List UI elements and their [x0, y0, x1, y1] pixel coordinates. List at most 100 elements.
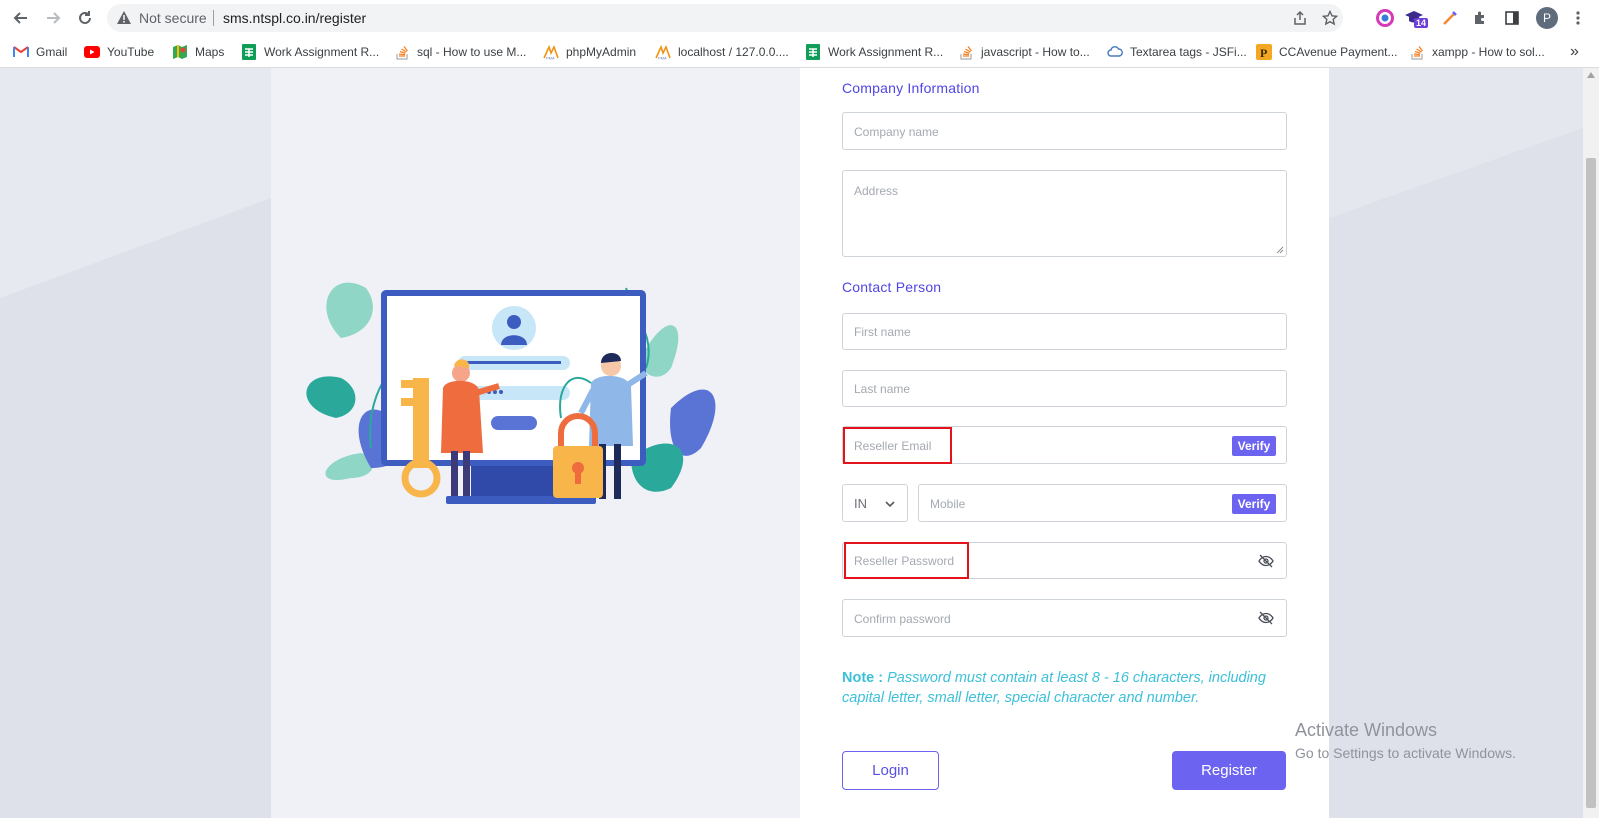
country-code-value: IN — [854, 496, 867, 511]
register-button[interactable]: Register — [1172, 751, 1286, 790]
menu-kebab-icon[interactable] — [1568, 8, 1588, 28]
bookmark-label: xampp - How to sol... — [1432, 45, 1545, 59]
bookmark-jsfiddle[interactable]: Textarea tags - JSFi... — [1107, 42, 1247, 62]
bookmark-work-assignment-1[interactable]: Work Assignment R... — [241, 42, 379, 62]
company-name-placeholder: Company name — [854, 125, 939, 139]
first-name-input[interactable]: First name — [842, 313, 1287, 350]
verify-mobile-button[interactable]: Verify — [1232, 494, 1276, 514]
forward-button[interactable] — [42, 7, 64, 29]
password-note: Note : Password must contain at least 8 … — [842, 668, 1272, 708]
profile-initial: P — [1542, 11, 1551, 25]
address-textarea[interactable]: Address — [842, 170, 1287, 257]
resize-handle-icon[interactable] — [1276, 246, 1284, 254]
bookmark-maps[interactable]: Maps — [172, 42, 224, 62]
warning-icon — [117, 11, 131, 24]
extension-badge: 14 — [1414, 18, 1429, 28]
bookmark-star-icon[interactable] — [1321, 9, 1339, 27]
watermark-title: Activate Windows — [1295, 720, 1438, 740]
bookmark-work-assignment-2[interactable]: Work Assignment R... — [805, 42, 943, 62]
bookmark-label: Gmail — [36, 45, 68, 59]
profile-avatar[interactable]: P — [1536, 7, 1558, 29]
chevron-double-right-icon: » — [1570, 43, 1579, 60]
page-viewport: Company Information Company name Address… — [0, 68, 1583, 818]
mobile-input[interactable]: Mobile Verify — [918, 484, 1287, 522]
bookmark-javascript[interactable]: javascript - How to... — [958, 42, 1090, 62]
browser-toolbar: Not secure sms.ntspl.co.in/register 14 P — [0, 0, 1599, 36]
note-text: Password must contain at least 8 - 16 ch… — [842, 670, 1266, 706]
graduation-cap-extension-icon[interactable]: 14 — [1404, 8, 1429, 28]
bookmark-label: Maps — [195, 45, 225, 59]
bookmark-sql[interactable]: sql - How to use M... — [394, 42, 526, 62]
extensions-puzzle-icon[interactable] — [1470, 8, 1490, 28]
scroll-up-icon[interactable] — [1587, 72, 1595, 78]
reload-icon — [79, 11, 91, 24]
illustration-panel — [271, 68, 800, 818]
stackoverflow-icon — [1409, 44, 1425, 60]
forward-arrow-icon — [47, 12, 61, 24]
stackoverflow-icon — [958, 44, 974, 60]
svg-text:P: P — [1260, 46, 1267, 60]
first-name-placeholder: First name — [854, 325, 911, 339]
youtube-icon — [84, 44, 100, 60]
company-name-input[interactable]: Company name — [842, 112, 1287, 150]
activate-windows-watermark: Activate Windows Go to Settings to activ… — [1295, 720, 1516, 761]
bookmark-label: Textarea tags - JSFi... — [1130, 45, 1247, 59]
confirm-password-input[interactable]: Confirm password — [842, 599, 1287, 637]
sheets-icon — [241, 44, 257, 60]
company-information-heading: Company Information — [842, 80, 980, 96]
phpmyadmin-icon: PMA — [543, 44, 559, 60]
bookmark-youtube[interactable]: YouTube — [84, 42, 154, 62]
side-panel-icon[interactable] — [1502, 8, 1522, 28]
note-label: Note : — [842, 670, 884, 686]
bookmarks-overflow-button[interactable]: » — [1570, 42, 1579, 62]
bookmark-ccavenue[interactable]: P CCAvenue Payment... — [1256, 42, 1398, 62]
bookmark-label: localhost / 127.0.0.... — [678, 45, 789, 59]
eye-slash-icon[interactable] — [1258, 553, 1274, 569]
sheets-icon — [805, 44, 821, 60]
stackoverflow-icon — [394, 44, 410, 60]
login-button[interactable]: Login — [842, 751, 939, 790]
chevron-down-icon — [885, 501, 895, 508]
svg-text:PMA: PMA — [546, 56, 555, 61]
bookmark-label: Work Assignment R... — [264, 45, 380, 59]
maps-icon — [172, 44, 188, 60]
confirm-password-placeholder: Confirm password — [854, 612, 951, 626]
contact-person-heading: Contact Person — [842, 279, 942, 295]
last-name-input[interactable]: Last name — [842, 370, 1287, 407]
address-bar[interactable]: Not secure sms.ntspl.co.in/register — [107, 4, 1343, 32]
bookmark-phpmyadmin[interactable]: PMA phpMyAdmin — [543, 42, 636, 62]
reload-button[interactable] — [74, 7, 96, 29]
url-text[interactable]: sms.ntspl.co.in/register — [223, 10, 366, 26]
bookmark-label: CCAvenue Payment... — [1279, 45, 1398, 59]
password-highlight-box — [844, 542, 969, 579]
email-highlight-box — [843, 427, 952, 464]
back-arrow-icon — [13, 12, 27, 24]
color-extension-icon[interactable] — [1375, 8, 1395, 28]
phpmyadmin-icon: PMA — [655, 44, 671, 60]
bookmark-gmail[interactable]: Gmail — [13, 42, 67, 62]
bookmark-label: sql - How to use M... — [417, 45, 527, 59]
jsfiddle-icon — [1107, 44, 1123, 60]
page-scrollbar[interactable] — [1583, 68, 1599, 818]
mobile-placeholder: Mobile — [930, 497, 966, 511]
security-status[interactable]: Not secure — [139, 10, 207, 26]
share-icon[interactable] — [1291, 9, 1309, 27]
scrollbar-thumb[interactable] — [1586, 158, 1596, 808]
omnibox-divider — [213, 10, 214, 26]
ccavenue-icon: P — [1256, 44, 1272, 60]
color-picker-extension-icon[interactable] — [1440, 8, 1460, 28]
bookmark-label: YouTube — [107, 45, 155, 59]
bookmark-xampp[interactable]: xampp - How to sol... — [1409, 42, 1545, 62]
svg-text:PMA: PMA — [658, 56, 667, 61]
verify-email-button[interactable]: Verify — [1232, 436, 1276, 456]
watermark-subtitle: Go to Settings to activate Windows. — [1295, 745, 1516, 761]
address-placeholder: Address — [854, 184, 899, 198]
bookmark-label: phpMyAdmin — [566, 45, 637, 59]
bookmark-label: Work Assignment R... — [828, 45, 944, 59]
eye-slash-icon[interactable] — [1258, 610, 1274, 626]
country-code-select[interactable]: IN — [842, 484, 908, 522]
gmail-icon — [13, 44, 29, 60]
back-button[interactable] — [10, 7, 32, 29]
bookmark-label: javascript - How to... — [981, 45, 1090, 59]
bookmark-localhost[interactable]: PMA localhost / 127.0.0.... — [655, 42, 789, 62]
